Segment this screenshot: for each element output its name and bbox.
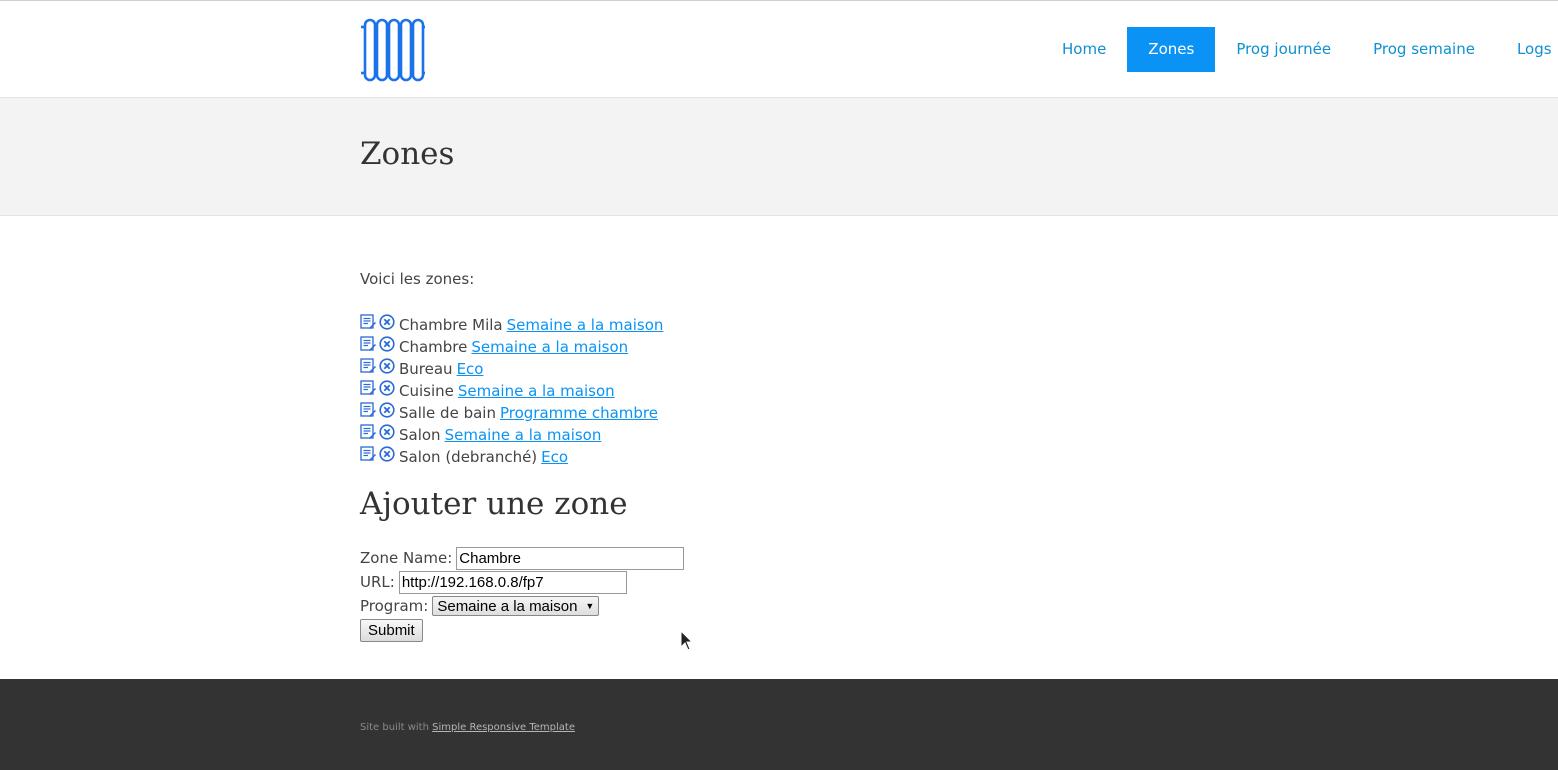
url-input[interactable] [398, 570, 627, 594]
zone-name: Cuisine [399, 382, 454, 400]
site-footer: Site built with Simple Responsive Templa… [0, 679, 1558, 770]
main-content: Voici les zones: Chambre Mila Semaine a l… [0, 216, 1558, 679]
edit-document-icon[interactable] [360, 446, 376, 468]
zone-name: Salon [399, 426, 441, 444]
zone-program-link[interactable]: Eco [541, 446, 568, 468]
zone-name: Salle de bain [399, 404, 496, 422]
main-nav: Home Zones Prog journée Prog semaine Log… [1041, 27, 1558, 72]
zone-item: Chambre Mila Semaine a la maison [360, 314, 663, 336]
intro-text: Voici les zones: [360, 270, 475, 288]
delete-circle-icon[interactable] [379, 424, 395, 446]
add-zone-title: Ajouter une zone [360, 486, 628, 522]
site-header: Home Zones Prog journée Prog semaine Log… [0, 4, 1558, 98]
zone-program-link[interactable]: Semaine a la maison [445, 424, 602, 446]
nav-prog-journee[interactable]: Prog journée [1215, 27, 1352, 72]
delete-circle-icon[interactable] [379, 314, 395, 336]
zone-program-link[interactable]: Semaine a la maison [471, 336, 628, 358]
program-row: Program: Semaine a la maison ▼ [360, 594, 684, 618]
url-row: URL: [360, 570, 684, 594]
edit-document-icon[interactable] [360, 424, 376, 446]
program-select[interactable]: Semaine a la maison ▼ [432, 596, 600, 616]
edit-document-icon[interactable] [360, 380, 376, 402]
zone-name: Chambre Mila [399, 316, 503, 334]
edit-document-icon[interactable] [360, 402, 376, 424]
zone-item: Salle de bain Programme chambre [360, 402, 663, 424]
nav-home[interactable]: Home [1041, 27, 1127, 72]
radiator-icon[interactable] [360, 18, 426, 82]
edit-document-icon[interactable] [360, 314, 376, 336]
zone-name: Chambre [399, 338, 468, 356]
page-title: Zones [360, 136, 455, 172]
zone-item: Cuisine Semaine a la maison [360, 380, 663, 402]
zone-item: Salon (debranché) Eco [360, 446, 663, 468]
delete-circle-icon[interactable] [379, 336, 395, 358]
dropdown-arrow-icon: ▼ [585, 601, 595, 611]
footer-credit: Site built with Simple Responsive Templa… [360, 722, 575, 733]
zone-name-input[interactable] [456, 546, 685, 570]
add-zone-form: Zone Name: URL: Program: Semaine a la ma… [360, 546, 685, 642]
edit-document-icon[interactable] [360, 358, 376, 380]
program-select-value: Semaine a la maison [437, 597, 578, 615]
zone-program-link[interactable]: Semaine a la maison [507, 314, 664, 336]
footer-text: Site built with [360, 722, 429, 733]
page-banner: Zones [0, 98, 1558, 216]
zone-name-label: Zone Name: [360, 549, 453, 567]
submit-button[interactable]: Submit [360, 619, 423, 642]
zone-item: Chambre Semaine a la maison [360, 336, 663, 358]
nav-logs[interactable]: Logs [1496, 27, 1558, 72]
mouse-cursor-icon [680, 630, 694, 651]
zone-name: Salon (debranché) [399, 448, 538, 466]
delete-circle-icon[interactable] [379, 446, 395, 468]
url-label: URL: [360, 573, 395, 591]
zone-item: Bureau Eco [360, 358, 663, 380]
zone-name: Bureau [399, 360, 453, 378]
delete-circle-icon[interactable] [379, 358, 395, 380]
zone-name-row: Zone Name: [360, 546, 685, 570]
edit-document-icon[interactable] [360, 336, 376, 358]
footer-template-link[interactable]: Simple Responsive Template [432, 722, 575, 733]
zone-program-link[interactable]: Semaine a la maison [458, 380, 615, 402]
zone-program-link[interactable]: Eco [457, 358, 484, 380]
nav-prog-semaine[interactable]: Prog semaine [1352, 27, 1496, 72]
zone-list: Chambre Mila Semaine a la maison Chambre Se… [360, 314, 663, 468]
nav-zones[interactable]: Zones [1127, 27, 1216, 72]
delete-circle-icon[interactable] [379, 402, 395, 424]
delete-circle-icon[interactable] [379, 380, 395, 402]
zone-item: Salon Semaine a la maison [360, 424, 663, 446]
program-label: Program: [360, 597, 429, 615]
zone-program-link[interactable]: Programme chambre [500, 402, 658, 424]
